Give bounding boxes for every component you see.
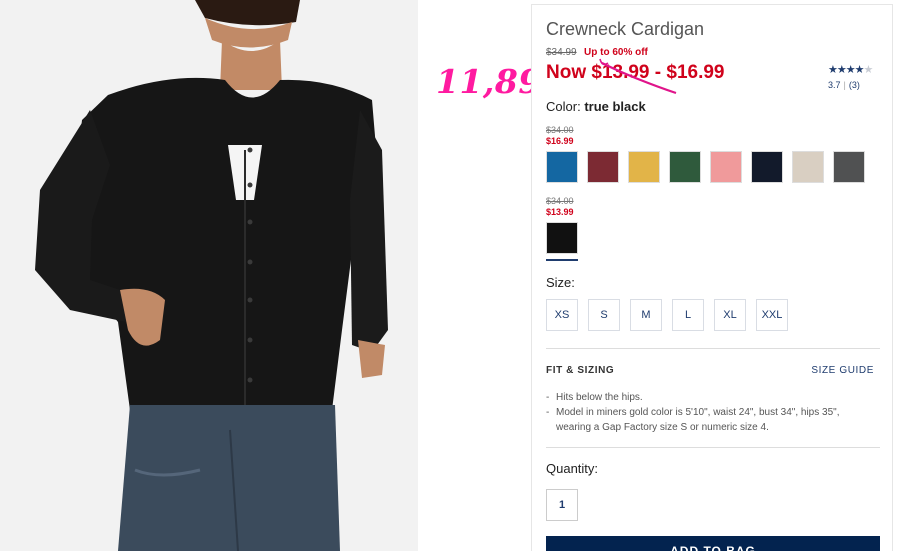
fit-details-list: Hits below the hips. Model in miners gol… <box>546 390 876 435</box>
fit-detail-item: Model in miners gold color is 5'10", wai… <box>546 405 876 435</box>
swatch-row <box>544 220 580 256</box>
color-swatch[interactable] <box>546 151 578 183</box>
swatch-group-price: $34.00 $16.99 <box>546 125 574 147</box>
swatch-group-sale-price: $16.99 <box>546 136 574 146</box>
fit-sizing-heading: FIT & SIZING <box>546 365 615 376</box>
product-title: Crewneck Cardigan <box>546 19 705 39</box>
size-selector: XS S M L XL XXL <box>546 299 788 331</box>
product-info-panel: Crewneck Cardigan $34.99 Up to 60% off N… <box>531 4 893 551</box>
color-swatch[interactable] <box>710 151 742 183</box>
rating-separator: | <box>843 80 846 90</box>
selected-color-name: true black <box>584 99 646 114</box>
add-to-bag-button[interactable]: ADD TO BAG <box>546 536 880 551</box>
color-swatch[interactable] <box>751 151 783 183</box>
color-swatch-selected[interactable] <box>544 220 580 256</box>
size-option-l[interactable]: L <box>672 299 704 331</box>
divider <box>546 348 880 349</box>
swatch-group-price: $34.00 $13.99 <box>546 196 574 218</box>
color-swatch[interactable] <box>669 151 701 183</box>
color-swatch[interactable] <box>587 151 619 183</box>
star-icon: ★ <box>854 64 865 76</box>
pen-strikethrough-mark <box>599 58 677 95</box>
divider <box>546 447 880 448</box>
color-label-text: Color: <box>546 99 581 114</box>
handwritten-price-annotation: 11,89 <box>436 62 542 101</box>
original-price: $34.99 <box>546 47 577 58</box>
review-count-link[interactable]: (3) <box>849 80 860 90</box>
color-label: Color: true black <box>546 99 646 114</box>
rating-summary[interactable]: ★★★★★ 3.7 | (3) <box>828 63 882 90</box>
size-label: Size: <box>546 275 575 290</box>
color-swatch[interactable] <box>792 151 824 183</box>
swatch-group-was-price: $34.00 <box>546 125 574 135</box>
quantity-label: Quantity: <box>546 461 599 476</box>
swatch-row <box>546 151 865 183</box>
rating-value: 3.7 <box>828 80 841 90</box>
rating-stars: ★★★★★ <box>828 63 882 76</box>
size-option-m[interactable]: M <box>630 299 662 331</box>
star-icon: ★ <box>828 64 838 76</box>
size-option-xs[interactable]: XS <box>546 299 578 331</box>
star-icon: ★ <box>863 64 874 76</box>
size-option-xl[interactable]: XL <box>714 299 746 331</box>
size-option-s[interactable]: S <box>588 299 620 331</box>
fit-detail-item: Hits below the hips. <box>546 390 876 405</box>
size-guide-link[interactable]: SIZE GUIDE <box>811 365 874 376</box>
star-icon: ★ <box>845 64 856 76</box>
selected-swatch-indicator <box>546 259 578 261</box>
color-swatch[interactable] <box>833 151 865 183</box>
swatch-group-sale-price: $13.99 <box>546 207 574 217</box>
size-option-xxl[interactable]: XXL <box>756 299 788 331</box>
cardigan-model-illustration <box>0 0 418 551</box>
swatch-group-was-price: $34.00 <box>546 196 574 206</box>
star-icon: ★ <box>836 64 847 76</box>
color-swatch[interactable] <box>628 151 660 183</box>
quantity-selector[interactable]: 1 <box>546 489 578 521</box>
product-image <box>0 0 418 551</box>
